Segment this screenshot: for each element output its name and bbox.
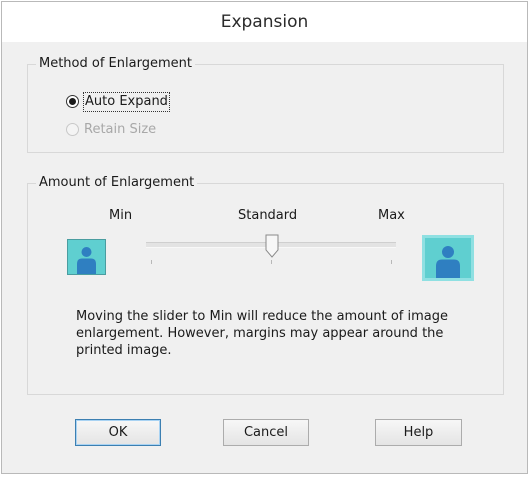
slider-min-label: Min: [109, 208, 133, 223]
enlargement-slider[interactable]: [140, 234, 402, 274]
amount-of-enlargement-group: Amount of Enlargement Min Standard Max M…: [27, 175, 504, 395]
auto-expand-option[interactable]: Auto Expand: [66, 92, 206, 112]
help-button[interactable]: Help: [375, 419, 462, 446]
method-group-title: Method of Enlargement: [36, 56, 195, 72]
min-portrait-icon: [67, 239, 106, 275]
slider-tick-standard: [271, 260, 272, 264]
cancel-button[interactable]: Cancel: [223, 419, 309, 446]
amount-group-title: Amount of Enlargement: [36, 175, 198, 191]
dialog-title: Expansion: [2, 2, 527, 42]
slider-thumb[interactable]: [265, 234, 279, 258]
retain-size-label[interactable]: Retain Size: [84, 121, 156, 139]
slider-tick-min: [151, 260, 152, 264]
max-portrait-icon: [422, 235, 474, 281]
ok-button[interactable]: OK: [75, 419, 161, 446]
method-of-enlargement-group: Method of Enlargement Auto Expand Retain…: [27, 56, 504, 153]
retain-size-radio[interactable]: [66, 123, 79, 136]
slider-standard-label: Standard: [238, 208, 298, 223]
auto-expand-label[interactable]: Auto Expand: [83, 92, 170, 112]
slider-tick-max: [391, 260, 392, 264]
enlargement-description: Moving the slider to Min will reduce the…: [76, 309, 449, 358]
expansion-dialog: Expansion Method of Enlargement Auto Exp…: [1, 1, 528, 474]
slider-max-label: Max: [378, 208, 405, 223]
retain-size-option[interactable]: Retain Size: [66, 121, 206, 139]
auto-expand-radio[interactable]: [66, 95, 79, 108]
